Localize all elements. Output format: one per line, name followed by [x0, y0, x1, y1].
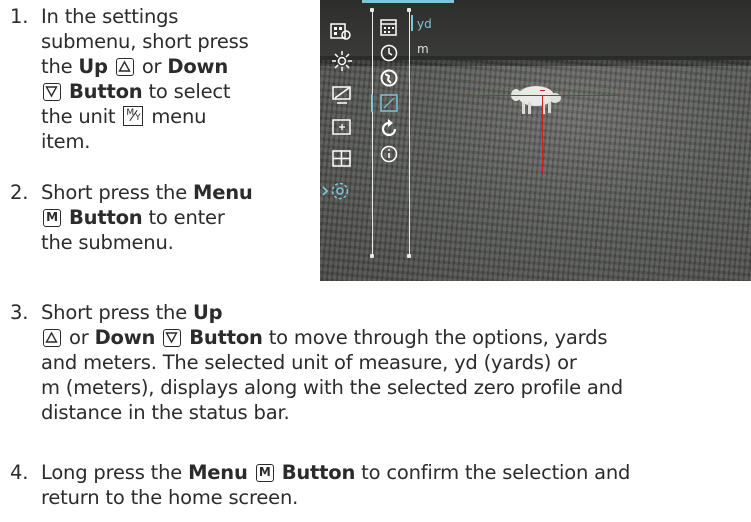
brightness-icon[interactable] — [331, 50, 353, 72]
settings-icon[interactable] — [322, 180, 352, 202]
step-number: 4. — [10, 461, 29, 484]
step-line: the submenu. — [41, 231, 174, 254]
menu-button-icon: M — [43, 209, 61, 227]
step-text: or — [69, 326, 89, 349]
clock-icon[interactable] — [378, 42, 400, 64]
main-menu-panel — [370, 8, 374, 258]
step-line: distance in the status bar. — [41, 401, 290, 424]
step-number: 1. — [10, 5, 29, 28]
step-line: In the settings — [41, 5, 179, 28]
step-number: 2. — [10, 181, 29, 204]
button-label: Button — [189, 326, 263, 349]
button-label: Button — [69, 206, 143, 229]
step-text: Short press the — [41, 301, 188, 324]
up-button-icon — [43, 329, 61, 347]
step-number: 3. — [10, 301, 29, 324]
button-label: Button — [69, 80, 143, 103]
down-label: Down — [94, 326, 156, 349]
zoom-icon[interactable] — [331, 116, 353, 138]
up-button-icon — [115, 58, 134, 76]
step-line: and meters. The selected unit of measure… — [41, 351, 577, 374]
button-label: Button — [281, 461, 356, 484]
step-line: item. — [41, 130, 91, 153]
video-mode-icon[interactable] — [330, 21, 352, 43]
step-text: Short press the — [41, 181, 188, 204]
pip-icon[interactable] — [331, 148, 353, 170]
unit-icon[interactable] — [378, 92, 400, 114]
submenu-selection-indicator — [371, 94, 373, 112]
device-screen: yd m — [320, 0, 751, 281]
down-button-icon — [43, 83, 61, 101]
down-button-icon — [163, 329, 182, 347]
status-bar-accent — [362, 0, 454, 3]
step-line: return to the home screen. — [41, 486, 299, 509]
globe-icon[interactable] — [378, 67, 400, 89]
menu-button-icon: M — [255, 464, 274, 482]
calendar-icon[interactable] — [378, 16, 400, 38]
step-text: or — [141, 55, 162, 78]
step-line: m (meters), displays along with the sele… — [41, 376, 623, 399]
step-text: to enter — [148, 206, 225, 229]
step-text: the unit — [41, 105, 116, 128]
up-label: Up — [78, 55, 108, 78]
menu-label: Menu — [188, 461, 248, 484]
info-icon[interactable] — [378, 143, 400, 165]
unit-option-yd[interactable]: yd — [417, 18, 432, 30]
step-text: Long press the — [41, 461, 183, 484]
up-label: Up — [193, 301, 223, 324]
step-text: to move through the options, yards — [268, 326, 608, 349]
step-text: menu — [151, 105, 207, 128]
step-line: submenu, short press — [41, 30, 249, 53]
unit-option-m[interactable]: m — [417, 43, 429, 55]
step-text: to select — [148, 80, 231, 103]
submenu-panel — [407, 8, 411, 258]
display-icon[interactable] — [331, 84, 353, 106]
reticle-tick — [540, 90, 545, 91]
down-label: Down — [167, 55, 229, 78]
step-text: the — [41, 55, 73, 78]
unit-selection-indicator — [411, 15, 413, 31]
step-text: to confirm the selection and — [361, 461, 631, 484]
animal-silhouette — [511, 86, 561, 114]
unit-icon: MY — [123, 106, 144, 126]
menu-label: Menu — [193, 181, 253, 204]
reset-icon[interactable] — [378, 118, 400, 140]
reticle-vertical — [542, 95, 543, 173]
